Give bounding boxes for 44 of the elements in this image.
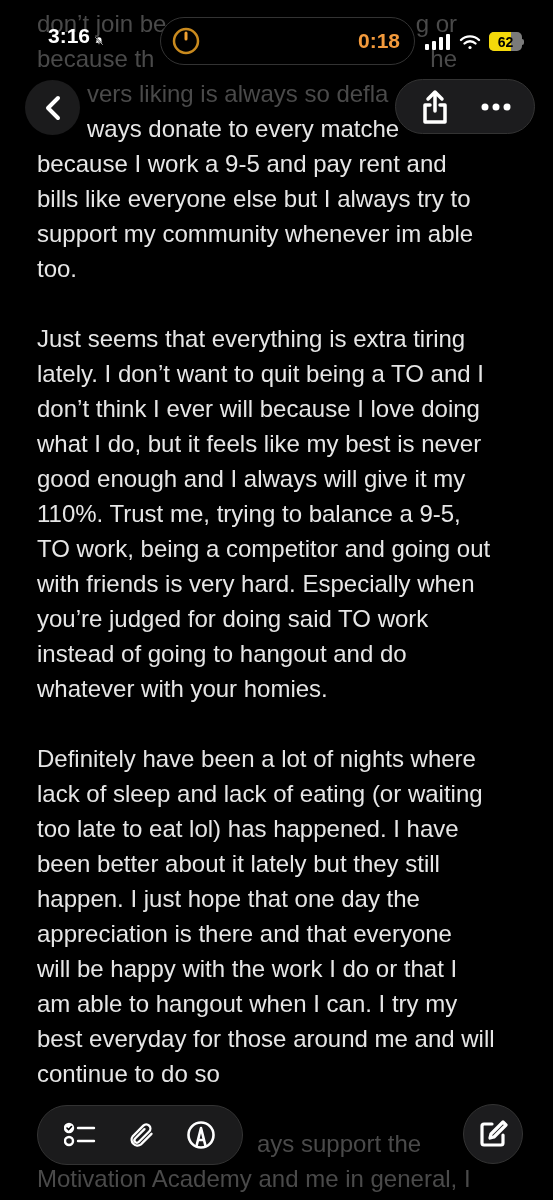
note-text: good enough and I always will give it my — [37, 466, 466, 491]
note-text: ways donate to every matche — [87, 116, 400, 141]
note-text: 110%. Trust me, trying to balance a 9-5, — [37, 501, 461, 526]
note-text: continue to do so — [37, 1061, 220, 1086]
note-text: am able to hangout when I can. I try my — [37, 991, 458, 1016]
note-text: g or — [415, 11, 457, 36]
timer-icon — [171, 26, 201, 56]
checklist-icon — [63, 1121, 96, 1149]
note-text: happen. I just hope that one day the — [37, 886, 420, 911]
note-text: too. — [37, 256, 78, 281]
note-text: Motivation Academy and me in general, I — [37, 1166, 471, 1191]
note-text: Definitely have been a lot of nights where — [37, 746, 476, 771]
note-text: lately. I don’t want to quit being a TO and I — [37, 361, 484, 386]
note-text: what I do, but it feels like my best is never — [37, 431, 482, 456]
note-text: because th — [37, 46, 155, 71]
note-text: best everyday for those around me and will — [37, 1026, 495, 1051]
note-text: because I work a 9-5 and pay rent and — [37, 151, 447, 176]
more-button[interactable] — [480, 102, 511, 111]
wifi-icon — [459, 33, 481, 50]
note-text: Just seems that everything is extra tiring — [37, 326, 466, 351]
markup-button[interactable] — [186, 1120, 217, 1150]
note-text: bills like everyone else but I always try to — [37, 186, 471, 211]
note-text: ays support the — [257, 1131, 422, 1156]
note-text: don’t think I ever will because I love doing — [37, 396, 480, 421]
note-text: with friends is very hard. Especially when — [37, 571, 475, 596]
note-text: instead of going to hangout and do — [37, 641, 407, 666]
note-text: vers liking is always so defla — [87, 81, 389, 106]
chevron-left-icon — [43, 94, 62, 121]
note-text: lack of sleep and lack of eating (or waiting — [37, 781, 483, 806]
note-text: he — [430, 46, 457, 71]
compose-icon — [478, 1119, 508, 1149]
note-text: TO work, being a competitor and going out — [37, 536, 491, 561]
timer-text: 0:18 — [357, 28, 401, 55]
note-text: will be happy with the work I do or that I — [37, 956, 458, 981]
note-text: you’re judged for doing said TO work — [37, 606, 429, 631]
note-text: whatever with your homies. — [37, 676, 328, 701]
battery-level: 62 — [496, 32, 515, 51]
pen-tip-circle-icon — [186, 1120, 217, 1150]
more-icon — [480, 102, 511, 111]
note-text: too late to eat lol) has happened. I have — [37, 816, 459, 841]
note-text: appreciation is there and that everyone — [37, 921, 452, 946]
checklist-button[interactable] — [63, 1121, 96, 1149]
note-text: support my community whenever im able — [37, 221, 474, 246]
note-text: been better about it lately but they still — [37, 851, 440, 876]
